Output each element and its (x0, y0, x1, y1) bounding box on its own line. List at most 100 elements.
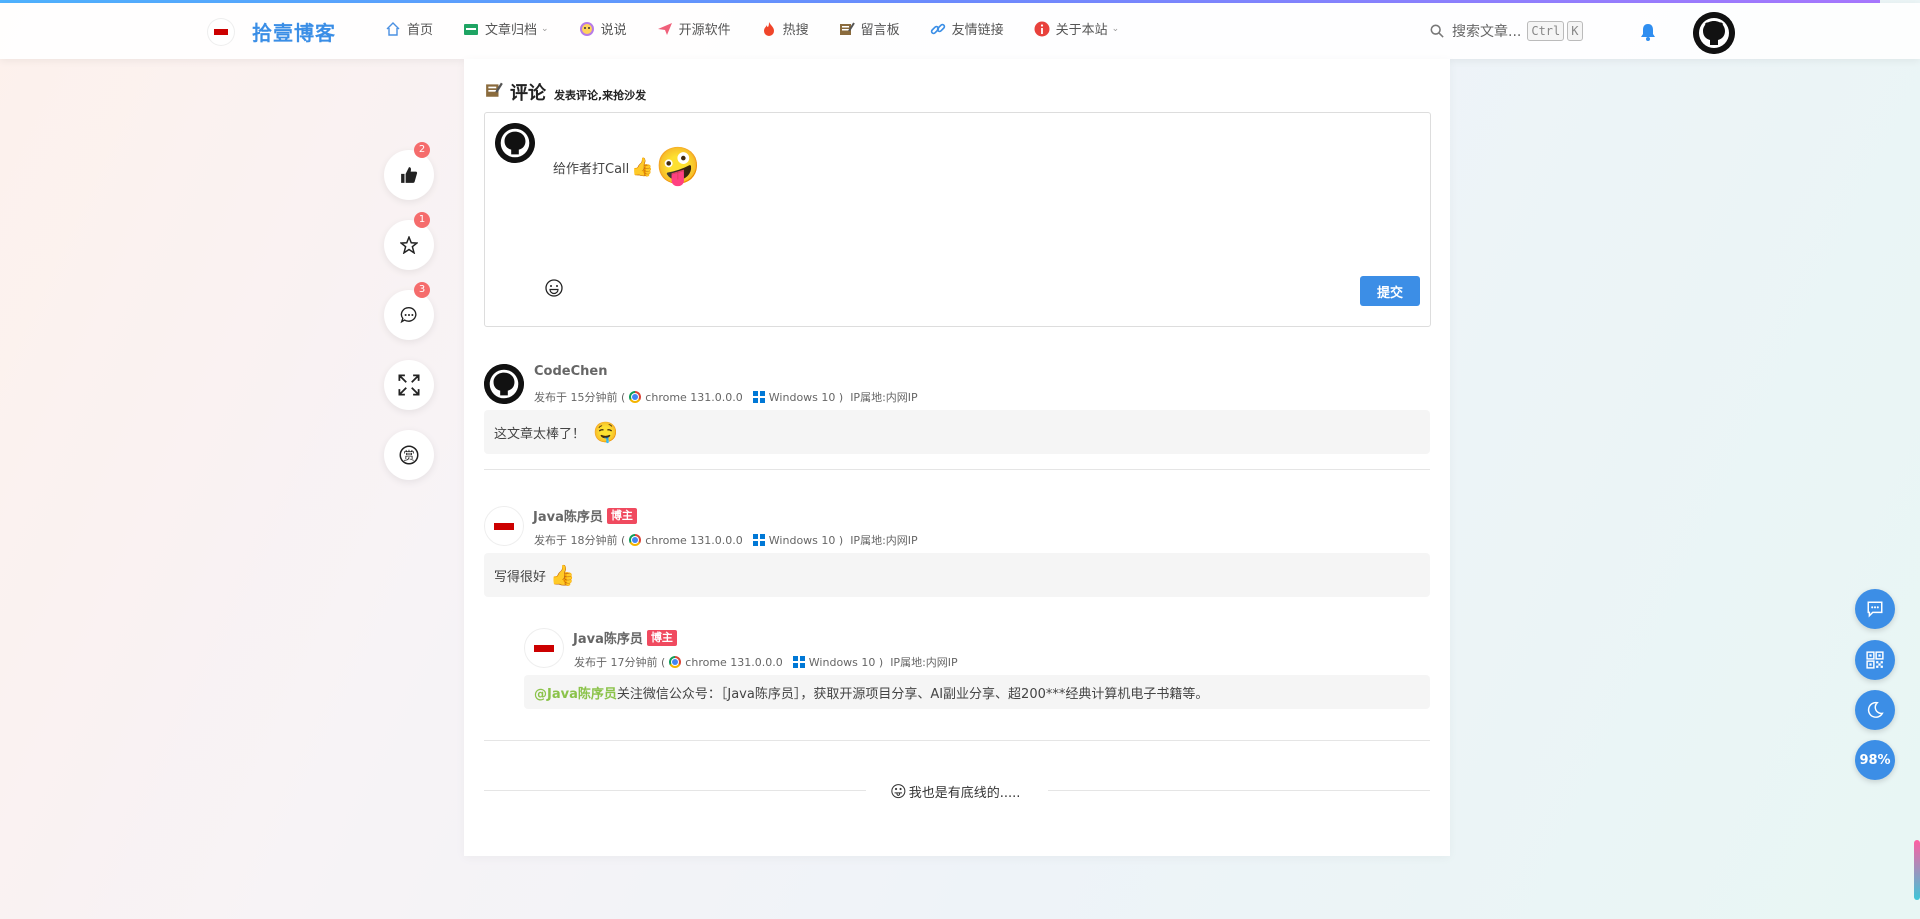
chrome-icon (629, 534, 642, 546)
end-line-right (1048, 790, 1430, 791)
reply-mention[interactable]: @Java陈序员 (534, 683, 617, 702)
moon-icon (1867, 701, 1884, 718)
nav-opensource-label: 开源软件 (678, 23, 731, 38)
svg-text:赏: 赏 (403, 449, 414, 462)
main-nav: 首页 文章归档 ⌄ 说说 开源软件 热搜 留言板 友情链接 关于本站 ⌄ (385, 19, 1149, 38)
blogger-tag: 博主 (606, 507, 637, 524)
comment-browser: chrome 131.0.0.0 (645, 390, 743, 404)
submit-button[interactable]: 提交 (1360, 276, 1420, 306)
fire-icon (763, 21, 774, 36)
reply-body: @Java陈序员 关注微信公众号：［Java陈序员］，获取开源项目分享、AI副业… (524, 675, 1430, 709)
github-icon (484, 364, 524, 404)
site-header: 拾壹博客 首页 文章归档 ⌄ 说说 开源软件 热搜 留言板 友情链接 关于本站 … (0, 3, 1920, 59)
grinning-emoji-icon: 😛 (890, 782, 907, 801)
nav-links[interactable]: 友情链接 (930, 19, 1004, 38)
comment-author[interactable]: CodeChen (534, 364, 607, 379)
nav-message-board[interactable]: 留言板 (839, 19, 900, 38)
comment-os: Windows 10 (768, 390, 836, 404)
reply-browser: chrome 131.0.0.0 (685, 655, 783, 669)
fullscreen-button[interactable] (384, 360, 434, 410)
comment-avatar[interactable] (484, 506, 524, 546)
comment-browser: chrome 131.0.0.0 (645, 533, 743, 547)
chrome-icon (629, 391, 642, 403)
like-count-badge: 2 (414, 142, 430, 158)
archive-icon (464, 23, 479, 35)
scrollbar-thumb[interactable] (1914, 840, 1920, 900)
editor-text: 给作者打Call (553, 161, 630, 177)
user-avatar[interactable] (1693, 12, 1735, 54)
nav-about[interactable]: 关于本站 ⌄ (1034, 19, 1120, 38)
nav-archive[interactable]: 文章归档 ⌄ (463, 19, 549, 38)
site-logo[interactable] (208, 19, 234, 45)
favorite-button[interactable]: 1 (384, 212, 434, 270)
comment-meta: 发布于 18分钟前 ( chrome 131.0.0.0 Windows 10 … (534, 533, 918, 548)
end-of-list: 😛 我也是有底线的..... (890, 782, 1020, 801)
search-placeholder: 搜索文章... (1452, 24, 1522, 40)
reward-button[interactable]: 赏 (384, 430, 434, 480)
chat-button[interactable] (1855, 589, 1895, 629)
editor-content[interactable]: 给作者打Call 👍 🤪 (553, 149, 701, 185)
github-icon (495, 123, 535, 163)
dark-mode-button[interactable] (1855, 690, 1895, 730)
reply-author-name: Java陈序员 (573, 632, 643, 647)
scroll-to-top-button[interactable]: 98% (1855, 740, 1895, 780)
comment-time: 发布于 15分钟前 (534, 391, 618, 404)
reward-icon: 赏 (399, 445, 419, 465)
nav-home[interactable]: 首页 (385, 19, 433, 38)
search-box[interactable]: 搜索文章... Ctrl K (1430, 21, 1583, 41)
star-icon (400, 236, 418, 254)
comment-text: 写得很好 (494, 569, 547, 585)
thumbs-up-icon (401, 167, 418, 183)
comment-ip: IP属地:内网IP (850, 391, 918, 404)
comments-card: 评论 发表评论,来抢沙发 给作者打Call 👍 🤪 提交 CodeChen 发布… (464, 59, 1450, 856)
scroll-percent: 98% (1859, 752, 1891, 768)
bell-icon[interactable] (1640, 23, 1656, 41)
chevron-down-icon: ⌄ (1111, 23, 1120, 34)
site-title[interactable]: 拾壹博客 (252, 17, 336, 46)
emoji-picker-icon[interactable] (545, 279, 563, 297)
qrcode-button[interactable] (1855, 640, 1895, 680)
nav-message-board-label: 留言板 (860, 23, 900, 38)
chevron-down-icon: ⌄ (541, 23, 549, 34)
home-icon (386, 21, 400, 36)
nav-archive-label: 文章归档 (485, 23, 538, 38)
drooling-face-emoji-icon: 🤤 (593, 420, 618, 444)
comment-divider (484, 469, 1430, 470)
nav-links-label: 友情链接 (951, 23, 1004, 38)
comment-button[interactable]: 3 (384, 282, 434, 340)
thumbs-up-emoji-icon: 👍 (631, 156, 654, 178)
end-line-left (484, 790, 866, 791)
reply-os: Windows 10 (808, 655, 876, 669)
reply-meta: 发布于 17分钟前 ( chrome 131.0.0.0 Windows 10 … (574, 655, 958, 670)
comment-avatar[interactable] (484, 364, 524, 404)
comment-meta: 发布于 15分钟前 ( chrome 131.0.0.0 Windows 10 … (534, 390, 918, 405)
reply-avatar[interactable] (524, 628, 564, 668)
favorite-count-badge: 1 (414, 212, 430, 228)
comment-author-name: Java陈序员 (533, 510, 603, 525)
like-button[interactable]: 2 (384, 142, 434, 200)
tongue-face-emoji-icon: 🤪 (655, 146, 701, 187)
shortcut-ctrl: Ctrl (1527, 21, 1565, 41)
comment-icon (400, 307, 417, 324)
nav-hot[interactable]: 热搜 (761, 19, 809, 38)
comments-title: 评论 (510, 83, 546, 104)
reply-text: 关注微信公众号：［Java陈序员］，获取开源项目分享、AI副业分享、超200**… (616, 686, 1209, 702)
nav-talk[interactable]: 说说 (579, 19, 627, 38)
windows-icon (792, 656, 805, 668)
nav-home-label: 首页 (407, 23, 434, 38)
github-icon (1693, 12, 1735, 54)
comment-body: 这文章太棒了！ 🤤 (484, 410, 1430, 454)
nav-about-label: 关于本站 (1055, 23, 1108, 38)
editor-avatar (495, 123, 535, 163)
nav-hot-label: 热搜 (782, 23, 809, 38)
comment-author[interactable]: Java陈序员 博主 (533, 506, 637, 525)
chat-icon (1867, 601, 1883, 618)
comment-os: Windows 10 (768, 533, 836, 547)
reply-author[interactable]: Java陈序员 博主 (573, 628, 677, 647)
nav-opensource[interactable]: 开源软件 (657, 19, 731, 38)
comment-count-badge: 3 (414, 282, 430, 298)
reply-ip: IP属地:内网IP (890, 656, 958, 669)
comment-editor[interactable]: 给作者打Call 👍 🤪 提交 (484, 112, 1431, 327)
comments-subtitle: 发表评论,来抢沙发 (554, 89, 647, 102)
comments-header: 评论 发表评论,来抢沙发 (484, 79, 646, 105)
